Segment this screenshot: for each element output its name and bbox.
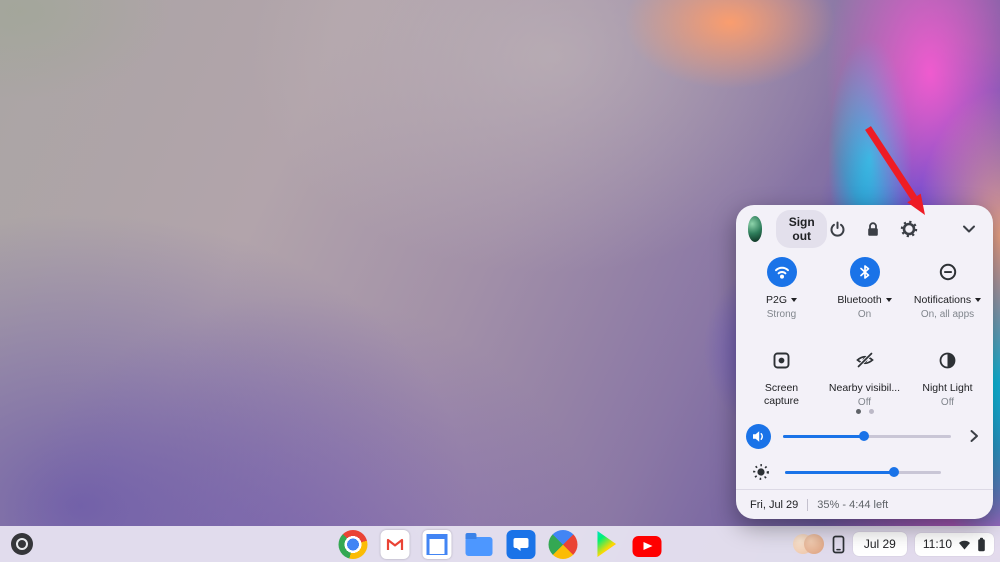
folder-icon — [466, 537, 493, 556]
user-avatar[interactable] — [748, 216, 762, 242]
collapse-button[interactable] — [959, 219, 979, 239]
tile-sublabel: Strong — [767, 309, 796, 320]
play-store-app-icon[interactable] — [591, 530, 620, 559]
phone-hub-avatar[interactable] — [793, 533, 824, 555]
tile-notifications[interactable]: Notifications On, all apps — [906, 251, 989, 339]
date-label[interactable]: Fri, Jul 29 — [750, 499, 798, 511]
tile-pager — [736, 409, 993, 414]
tile-sublabel: On, all apps — [921, 309, 974, 320]
tile-label: Screen capture — [756, 382, 808, 408]
battery-icon — [977, 537, 986, 552]
desktop: Sign out — [0, 0, 1000, 562]
clock-label: 11:10 — [923, 537, 952, 551]
tile-label-text: Night Light — [922, 382, 972, 394]
volume-row — [746, 423, 985, 449]
youtube-app-icon[interactable] — [633, 536, 662, 557]
status-area: Jul 29 11:10 — [793, 526, 994, 562]
chevron-right-icon — [966, 428, 982, 444]
shelf-date-pill[interactable]: Jul 29 — [853, 532, 907, 556]
quick-settings-panel: Sign out — [736, 205, 993, 519]
tile-network[interactable]: P2G Strong — [740, 251, 823, 339]
wifi-icon — [958, 539, 971, 550]
caret-down-icon — [886, 298, 892, 302]
volume-slider[interactable] — [783, 428, 951, 444]
chrome-app-icon[interactable] — [339, 530, 368, 559]
network-icon — [767, 257, 797, 287]
tile-label-text: Notifications — [914, 294, 971, 306]
tile-label-text: Nearby visibil... — [829, 382, 900, 394]
screen-capture-icon — [767, 345, 797, 375]
gmail-m-icon — [386, 537, 405, 552]
brightness-icon — [748, 460, 773, 485]
tile-sublabel: On — [858, 309, 871, 320]
chat-app-icon[interactable] — [507, 530, 536, 559]
slider-fill — [785, 471, 894, 474]
volume-slider-thumb[interactable] — [859, 431, 869, 441]
night-light-icon — [933, 345, 963, 375]
mute-toggle-button[interactable] — [746, 424, 771, 449]
system-tray[interactable]: 11:10 — [915, 533, 994, 556]
footer-separator — [807, 499, 808, 511]
gmail-app-icon[interactable] — [381, 530, 410, 559]
files-app-icon[interactable] — [465, 530, 494, 559]
brightness-slider[interactable] — [785, 464, 941, 480]
battery-status-label: 35% - 4:44 left — [817, 499, 888, 511]
bluetooth-icon — [850, 257, 880, 287]
tile-label: P2G — [766, 294, 797, 306]
photos-app-icon[interactable] — [549, 530, 578, 559]
phone-icon — [832, 535, 845, 554]
quick-settings-tiles: P2G Strong Bluetooth On — [740, 251, 989, 427]
annotation-arrow-icon — [852, 118, 944, 226]
tile-label: Notifications — [914, 294, 981, 306]
shutdown-button[interactable] — [827, 219, 847, 239]
shelf: Jul 29 11:10 — [0, 526, 1000, 562]
speaker-icon — [751, 429, 766, 444]
pager-dot-active[interactable] — [856, 409, 861, 414]
tile-label: Bluetooth — [837, 294, 891, 306]
calendar-app-icon[interactable] — [423, 530, 452, 559]
avatar-circle — [804, 534, 824, 554]
chevron-down-icon — [961, 221, 977, 237]
tile-label-text: Screen capture — [756, 382, 808, 408]
do-not-disturb-icon — [933, 257, 963, 287]
brightness-row — [748, 459, 953, 485]
tile-label: Nearby visibil... — [829, 382, 900, 394]
pager-dot[interactable] — [869, 409, 874, 414]
audio-settings-button[interactable] — [963, 425, 985, 447]
tile-sublabel: Off — [858, 397, 871, 408]
caret-down-icon — [975, 298, 981, 302]
brightness-slider-thumb[interactable] — [889, 467, 899, 477]
tile-sublabel: Off — [941, 397, 954, 408]
sign-out-button[interactable]: Sign out — [776, 210, 827, 248]
slider-fill — [783, 435, 864, 438]
shelf-apps — [339, 526, 662, 562]
launcher-button[interactable] — [11, 533, 33, 555]
tile-label: Night Light — [922, 382, 972, 394]
caret-down-icon — [791, 298, 797, 302]
tile-label-text: P2G — [766, 294, 787, 306]
eye-off-icon — [850, 345, 880, 375]
tile-bluetooth[interactable]: Bluetooth On — [823, 251, 906, 339]
phone-hub-button[interactable] — [832, 535, 845, 554]
tile-label-text: Bluetooth — [837, 294, 881, 306]
quick-settings-footer: Fri, Jul 29 35% - 4:44 left — [750, 490, 983, 519]
power-icon — [829, 221, 846, 238]
